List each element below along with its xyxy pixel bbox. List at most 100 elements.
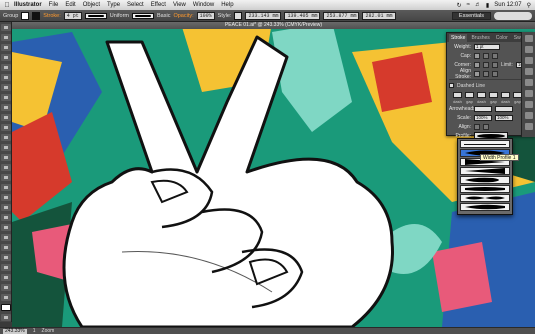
mesh-tool-icon[interactable] [1, 204, 11, 211]
width-tool-icon[interactable] [1, 164, 11, 171]
help-search-input[interactable] [494, 11, 532, 20]
scale-tool-icon[interactable] [1, 154, 11, 161]
menu-window[interactable]: Window [193, 2, 214, 8]
rotate-tool-icon[interactable] [1, 144, 11, 151]
menu-type[interactable]: Type [107, 2, 120, 8]
stroke-weight-field[interactable]: 4 pt [63, 11, 82, 20]
tab-brushes[interactable]: Brushes [469, 34, 491, 42]
column-graph-tool-icon[interactable] [1, 254, 11, 261]
sync-icon[interactable]: ↻ [457, 2, 462, 9]
color-panel-icon[interactable] [524, 35, 533, 42]
volume-icon[interactable]: ♬ [475, 2, 481, 8]
gap-field-2[interactable] [489, 91, 498, 98]
paintbrush-tool-icon[interactable] [1, 104, 11, 111]
wifi-icon[interactable]: ≈ [467, 2, 470, 8]
x-field[interactable]: 233.143 mm [245, 11, 282, 20]
pen-tool-icon[interactable] [1, 64, 11, 71]
magic-wand-tool-icon[interactable] [1, 44, 11, 51]
tab-color[interactable]: Color [494, 34, 510, 42]
fill-stroke-swatch-icon[interactable] [1, 304, 11, 311]
menu-file[interactable]: File [49, 2, 59, 8]
brush-definition-picker[interactable] [132, 12, 155, 19]
profile-option-6[interactable] [460, 194, 510, 202]
slice-tool-icon[interactable] [1, 274, 11, 281]
lasso-tool-icon[interactable] [1, 54, 11, 61]
dash-field-3[interactable] [501, 91, 510, 98]
arrow-place-icon[interactable] [483, 123, 489, 130]
battery-icon[interactable]: ▮ [486, 2, 489, 9]
opacity-field[interactable]: 100% [196, 11, 215, 20]
document-tab[interactable]: PEACE 01.ai* @ 243.33% (CMYK/Preview) [12, 22, 535, 29]
tab-stroke[interactable]: Stroke [449, 34, 468, 42]
perspective-grid-tool-icon[interactable] [1, 194, 11, 201]
menu-view[interactable]: View [173, 2, 186, 8]
align-inside-icon[interactable] [483, 70, 489, 77]
bevel-join-icon[interactable] [492, 61, 498, 68]
weight-field[interactable]: 1 pt [474, 43, 500, 50]
free-transform-tool-icon[interactable] [1, 174, 11, 181]
menu-clock[interactable]: Sun 12:07 [494, 2, 521, 8]
eraser-tool-icon[interactable] [1, 134, 11, 141]
align-center-icon[interactable] [474, 70, 480, 77]
artboard-number[interactable]: 1 [33, 328, 36, 334]
brushes-panel-icon[interactable] [524, 57, 533, 64]
zoom-tool-icon[interactable] [1, 294, 11, 301]
symbol-sprayer-tool-icon[interactable] [1, 244, 11, 251]
round-cap-icon[interactable] [483, 52, 489, 59]
dash-field-1[interactable] [453, 91, 462, 98]
menu-object[interactable]: Object [83, 2, 100, 8]
stroke-label[interactable]: Stroke: [43, 13, 60, 19]
profile-option-4[interactable] [460, 176, 510, 184]
symbols-panel-icon[interactable] [524, 68, 533, 75]
shape-builder-tool-icon[interactable] [1, 184, 11, 191]
fill-swatch[interactable] [21, 11, 30, 20]
height-field[interactable]: 282.01 mm [362, 11, 396, 20]
gap-field-1[interactable] [465, 91, 474, 98]
menu-edit[interactable]: Edit [65, 2, 75, 8]
zoom-level-field[interactable]: 243.33% [3, 328, 27, 334]
start-scale-field[interactable]: 100% [474, 114, 492, 121]
miter-join-icon[interactable] [474, 61, 480, 68]
variable-width-profile-picker[interactable] [84, 12, 107, 19]
start-arrowhead-select[interactable] [474, 105, 492, 112]
blob-brush-tool-icon[interactable] [1, 124, 11, 131]
transparency-panel-icon[interactable] [524, 101, 533, 108]
selection-tool-icon[interactable] [1, 24, 11, 31]
apple-icon[interactable]:  [0, 2, 14, 9]
dashed-line-checkbox[interactable] [449, 83, 454, 88]
y-field[interactable]: 139.405 mm [284, 11, 321, 20]
artboard-tool-icon[interactable] [1, 264, 11, 271]
opacity-label[interactable]: Opacity: [173, 13, 193, 19]
line-tool-icon[interactable] [1, 84, 11, 91]
projecting-cap-icon[interactable] [492, 52, 498, 59]
appearance-panel-icon[interactable] [524, 112, 533, 119]
profile-option-7[interactable] [460, 203, 510, 211]
stroke-swatch[interactable] [32, 11, 41, 20]
type-tool-icon[interactable] [1, 74, 11, 81]
arrow-extend-icon[interactable] [474, 123, 480, 130]
rectangle-tool-icon[interactable] [1, 94, 11, 101]
gradient-panel-icon[interactable] [524, 90, 533, 97]
profile-option-5[interactable] [460, 185, 510, 193]
stroke-panel-icon[interactable] [524, 79, 533, 86]
pencil-tool-icon[interactable] [1, 114, 11, 121]
search-icon[interactable]: ⚲ [527, 2, 531, 9]
drawing-mode-icon[interactable] [1, 314, 11, 321]
end-arrowhead-select[interactable] [495, 105, 513, 112]
butt-cap-icon[interactable] [474, 52, 480, 59]
end-scale-field[interactable]: 100% [495, 114, 513, 121]
eyedropper-tool-icon[interactable] [1, 224, 11, 231]
menu-effect[interactable]: Effect [151, 2, 166, 8]
style-swatch[interactable] [234, 11, 243, 20]
menu-app-name[interactable]: Illustrator [14, 2, 42, 8]
width-field[interactable]: 253.877 mm [323, 11, 360, 20]
menu-select[interactable]: Select [127, 2, 144, 8]
gradient-tool-icon[interactable] [1, 214, 11, 221]
profile-option-uniform[interactable] [460, 140, 510, 148]
workspace-switcher[interactable]: Essentials [451, 11, 491, 20]
align-outside-icon[interactable] [492, 70, 498, 77]
profile-option-3[interactable] [460, 167, 510, 175]
hand-tool-icon[interactable] [1, 284, 11, 291]
menu-help[interactable]: Help [221, 2, 233, 8]
blend-tool-icon[interactable] [1, 234, 11, 241]
